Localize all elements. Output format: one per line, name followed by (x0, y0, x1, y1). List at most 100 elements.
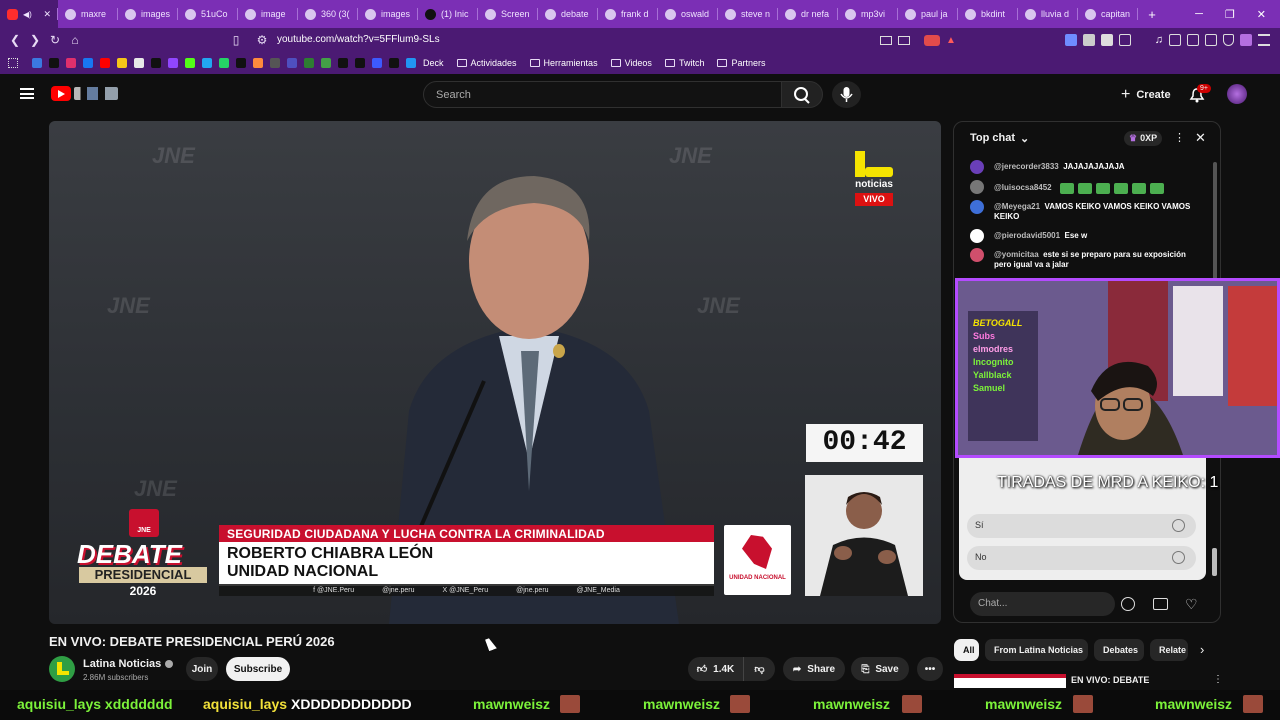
tab[interactable]: paul ja (898, 0, 958, 28)
chat-input[interactable]: Chat... (970, 592, 1115, 616)
home-icon[interactable]: ⌂ (65, 33, 85, 47)
tab[interactable]: capitan (1078, 0, 1138, 28)
notifications-button[interactable]: 9+ (1189, 84, 1211, 103)
chat-scrollbar[interactable] (1213, 162, 1217, 282)
warning-icon[interactable]: ▲ (946, 35, 956, 46)
bookmark-folder-videos[interactable]: Videos (610, 58, 652, 68)
subscribe-button[interactable]: Subscribe (226, 657, 290, 681)
site-info-icon[interactable]: ⚙ (252, 33, 272, 47)
like-button[interactable]: 👍︎ 1.4K (688, 657, 743, 681)
emoji-button[interactable] (1121, 597, 1135, 611)
tab[interactable]: lluvia d (1018, 0, 1078, 28)
menu-icon[interactable] (1258, 34, 1270, 46)
brave-shield-icon[interactable] (924, 34, 940, 46)
bookmark-icon[interactable] (371, 58, 382, 68)
youtube-icon[interactable] (99, 58, 110, 68)
share-button[interactable]: ➦ Share (783, 657, 845, 681)
bookmark-icon[interactable] (354, 58, 365, 68)
related-title[interactable]: EN VIVO: DEBATE (1071, 675, 1149, 685)
chip-from-latina[interactable]: From Latina Noticias (985, 639, 1088, 661)
screen-icon[interactable] (880, 35, 892, 45)
bookmark-icon[interactable] (286, 58, 297, 68)
xp-badge[interactable]: ♛ 0XP (1124, 131, 1163, 146)
ext-icon[interactable] (1064, 34, 1077, 46)
chip-debates[interactable]: Debates (1094, 639, 1144, 661)
bookmark-icon[interactable] (405, 58, 416, 68)
x-icon[interactable] (150, 58, 161, 68)
new-tab-button[interactable]: + (1142, 7, 1162, 22)
apps-icon[interactable] (8, 58, 18, 68)
avatar[interactable] (1227, 84, 1247, 104)
reload-icon[interactable]: ↻ (45, 33, 65, 47)
ext-icon[interactable] (1205, 34, 1217, 46)
heart-icon[interactable]: ♡ (1185, 596, 1198, 613)
chat-username[interactable]: @yomicitaa (994, 250, 1039, 259)
chip-related[interactable]: Relate (1150, 639, 1188, 661)
back-icon[interactable]: ❮ (5, 33, 25, 47)
bookmark-icon[interactable] (337, 58, 348, 68)
chat-username[interactable]: @luisocsa8452 (994, 183, 1052, 193)
ext-icon[interactable] (1082, 34, 1095, 46)
instagram-icon[interactable] (65, 58, 76, 68)
tab[interactable]: steve n (718, 0, 778, 28)
ext-icon[interactable] (1118, 34, 1131, 46)
shield-icon[interactable] (1223, 34, 1234, 46)
tab[interactable]: debate (538, 0, 598, 28)
minimize-icon[interactable]: ─ (1195, 8, 1203, 21)
tab[interactable]: oswald (658, 0, 718, 28)
chat-close-icon[interactable]: ✕ (1195, 130, 1206, 146)
tab-close-icon[interactable]: ✕ (43, 9, 51, 20)
share-icon[interactable] (898, 35, 910, 45)
facebook-icon[interactable] (82, 58, 93, 68)
poll-scrollbar[interactable] (1212, 548, 1217, 576)
chat-more-icon[interactable]: ⋮ (1174, 131, 1185, 144)
video-player[interactable]: JNE JNE JNE JNE JNE noticias VIVO 00:42 … (49, 121, 941, 624)
tab[interactable]: frank d (598, 0, 658, 28)
bookmark-icon[interactable] (218, 58, 229, 68)
tab[interactable]: 360 (3( (298, 0, 358, 28)
kick-icon[interactable] (184, 58, 195, 68)
bookmark-icon[interactable] (116, 58, 127, 68)
related-thumbnail[interactable] (954, 674, 1066, 688)
more-actions-button[interactable]: ••• (917, 657, 943, 681)
music-icon[interactable]: ♫ (1155, 34, 1163, 46)
tab[interactable]: mp3vi (838, 0, 898, 28)
bookmark-icon[interactable] (235, 58, 246, 68)
tab[interactable]: image (238, 0, 298, 28)
tab[interactable]: (1) Inic (418, 0, 478, 28)
money-button[interactable] (1153, 598, 1168, 610)
channel-name[interactable]: Latina Noticias (83, 658, 174, 670)
bookmark-folder-actividades[interactable]: Actividades (456, 58, 517, 68)
url-field[interactable]: youtube.com/watch?v=5FFlum9-SLs (277, 34, 440, 45)
channel-avatar[interactable] (49, 656, 75, 682)
poll-option-no[interactable]: No (967, 546, 1196, 570)
bookmark-icon[interactable] (133, 58, 144, 68)
ext-icon[interactable] (1187, 34, 1199, 46)
chip-all[interactable]: All (954, 639, 979, 661)
bookmark-folder-herramientas[interactable]: Herramientas (529, 58, 598, 68)
related-more-icon[interactable]: ⋮ (1213, 674, 1223, 685)
tab[interactable]: 51uCo (178, 0, 238, 28)
maximize-icon[interactable]: ❐ (1225, 8, 1235, 21)
tiktok-icon[interactable] (48, 58, 59, 68)
tab[interactable]: Screen (478, 0, 538, 28)
tab[interactable]: images (118, 0, 178, 28)
bookmark-icon[interactable] (31, 58, 42, 68)
bookmark-icon[interactable] (269, 58, 280, 68)
save-button[interactable]: ⎘ Save (851, 657, 909, 681)
chat-username[interactable]: @jerecorder3833 (994, 162, 1059, 171)
search-input[interactable]: Search (423, 81, 782, 108)
tab[interactable]: bkdint (958, 0, 1018, 28)
poll-option-si[interactable]: Sí (967, 514, 1196, 538)
chat-username[interactable]: @Meyega21 (994, 202, 1040, 211)
tab-active[interactable]: ◀) ✕ (0, 0, 58, 28)
search-button[interactable] (781, 81, 823, 108)
ext-icon[interactable] (1240, 34, 1252, 46)
dislike-button[interactable]: 👎︎ (743, 657, 775, 681)
bookmark-folder-partners[interactable]: Partners (717, 58, 765, 68)
create-button[interactable]: + Create (1121, 86, 1173, 103)
chat-username[interactable]: @pierodavid5001 (994, 231, 1060, 240)
bookmark-icon[interactable] (303, 58, 314, 68)
bookmark-icon[interactable] (252, 58, 263, 68)
chevron-right-icon[interactable]: › (1200, 642, 1204, 657)
